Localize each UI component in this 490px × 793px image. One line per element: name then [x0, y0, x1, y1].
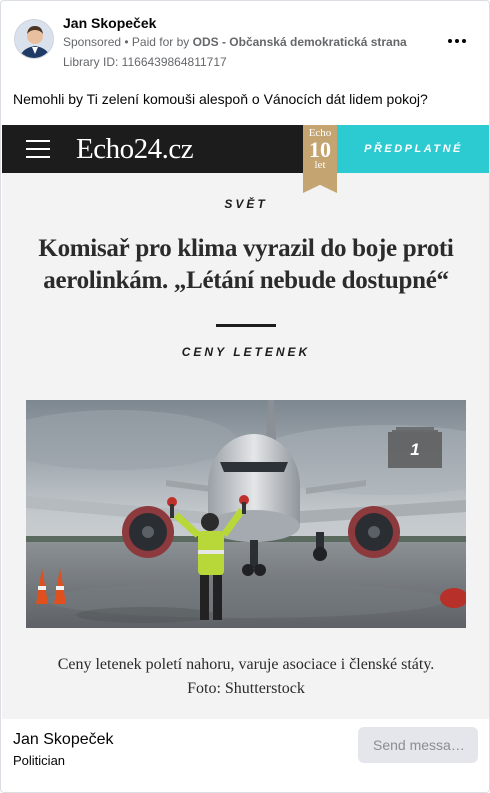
gallery-count-badge: 1	[388, 427, 442, 468]
paid-for-prefix: Paid for by	[131, 35, 193, 49]
ribbon-line2: 10	[309, 137, 331, 162]
sponsored-info: Sponsored • Paid for by ODS - Občanská d…	[63, 35, 407, 49]
caption-text: Ceny letenek poletí nahoru, varuje asoci…	[57, 656, 435, 673]
divider	[216, 324, 276, 327]
avatar[interactable]	[14, 19, 54, 59]
anniversary-ribbon: Echo 10 let	[303, 125, 337, 193]
post-text: Nemohli by Ti zelení komouši alespoň o V…	[13, 91, 428, 107]
article-tag: CENY LETENEK	[181, 345, 311, 359]
footer-page-name: Jan Skopeček	[13, 731, 114, 748]
ad-card: Jan Skopeček Sponsored • Paid for by ODS…	[0, 0, 490, 793]
separator: •	[121, 35, 132, 49]
sponsored-label: Sponsored	[63, 35, 122, 49]
paid-for-by[interactable]: ODS - Občanská demokratická strana	[193, 35, 407, 49]
hamburger-menu-icon	[26, 140, 50, 158]
library-id: Library ID: 1166439864811717	[63, 55, 227, 69]
author-name[interactable]: Jan Skopeček	[63, 15, 156, 31]
article-headline: Komisař pro klima vyrazil do boje proti …	[38, 235, 454, 294]
ad-footer: Jan Skopeček Politician Send messa…	[1, 719, 489, 792]
footer-page-category: Politician	[13, 753, 66, 768]
photo-credit: Foto: Shutterstock	[187, 680, 305, 697]
ad-creative[interactable]: Echo24.cz Echo 10 let PŘEDPLATNÉ SVĚT Ko…	[2, 125, 489, 719]
gallery-count: 1	[410, 440, 420, 459]
photo-caption: Ceny letenek poletí nahoru, varuje asoci…	[22, 653, 470, 701]
send-message-button[interactable]: Send messa…	[358, 727, 478, 763]
site-header-bar: Echo24.cz Echo 10 let PŘEDPLATNÉ	[2, 125, 489, 193]
section-label: SVĚT	[224, 197, 268, 211]
site-logo: Echo24.cz	[76, 133, 194, 165]
subscribe-button: PŘEDPLATNÉ	[337, 125, 489, 173]
more-options-icon[interactable]	[447, 31, 467, 51]
